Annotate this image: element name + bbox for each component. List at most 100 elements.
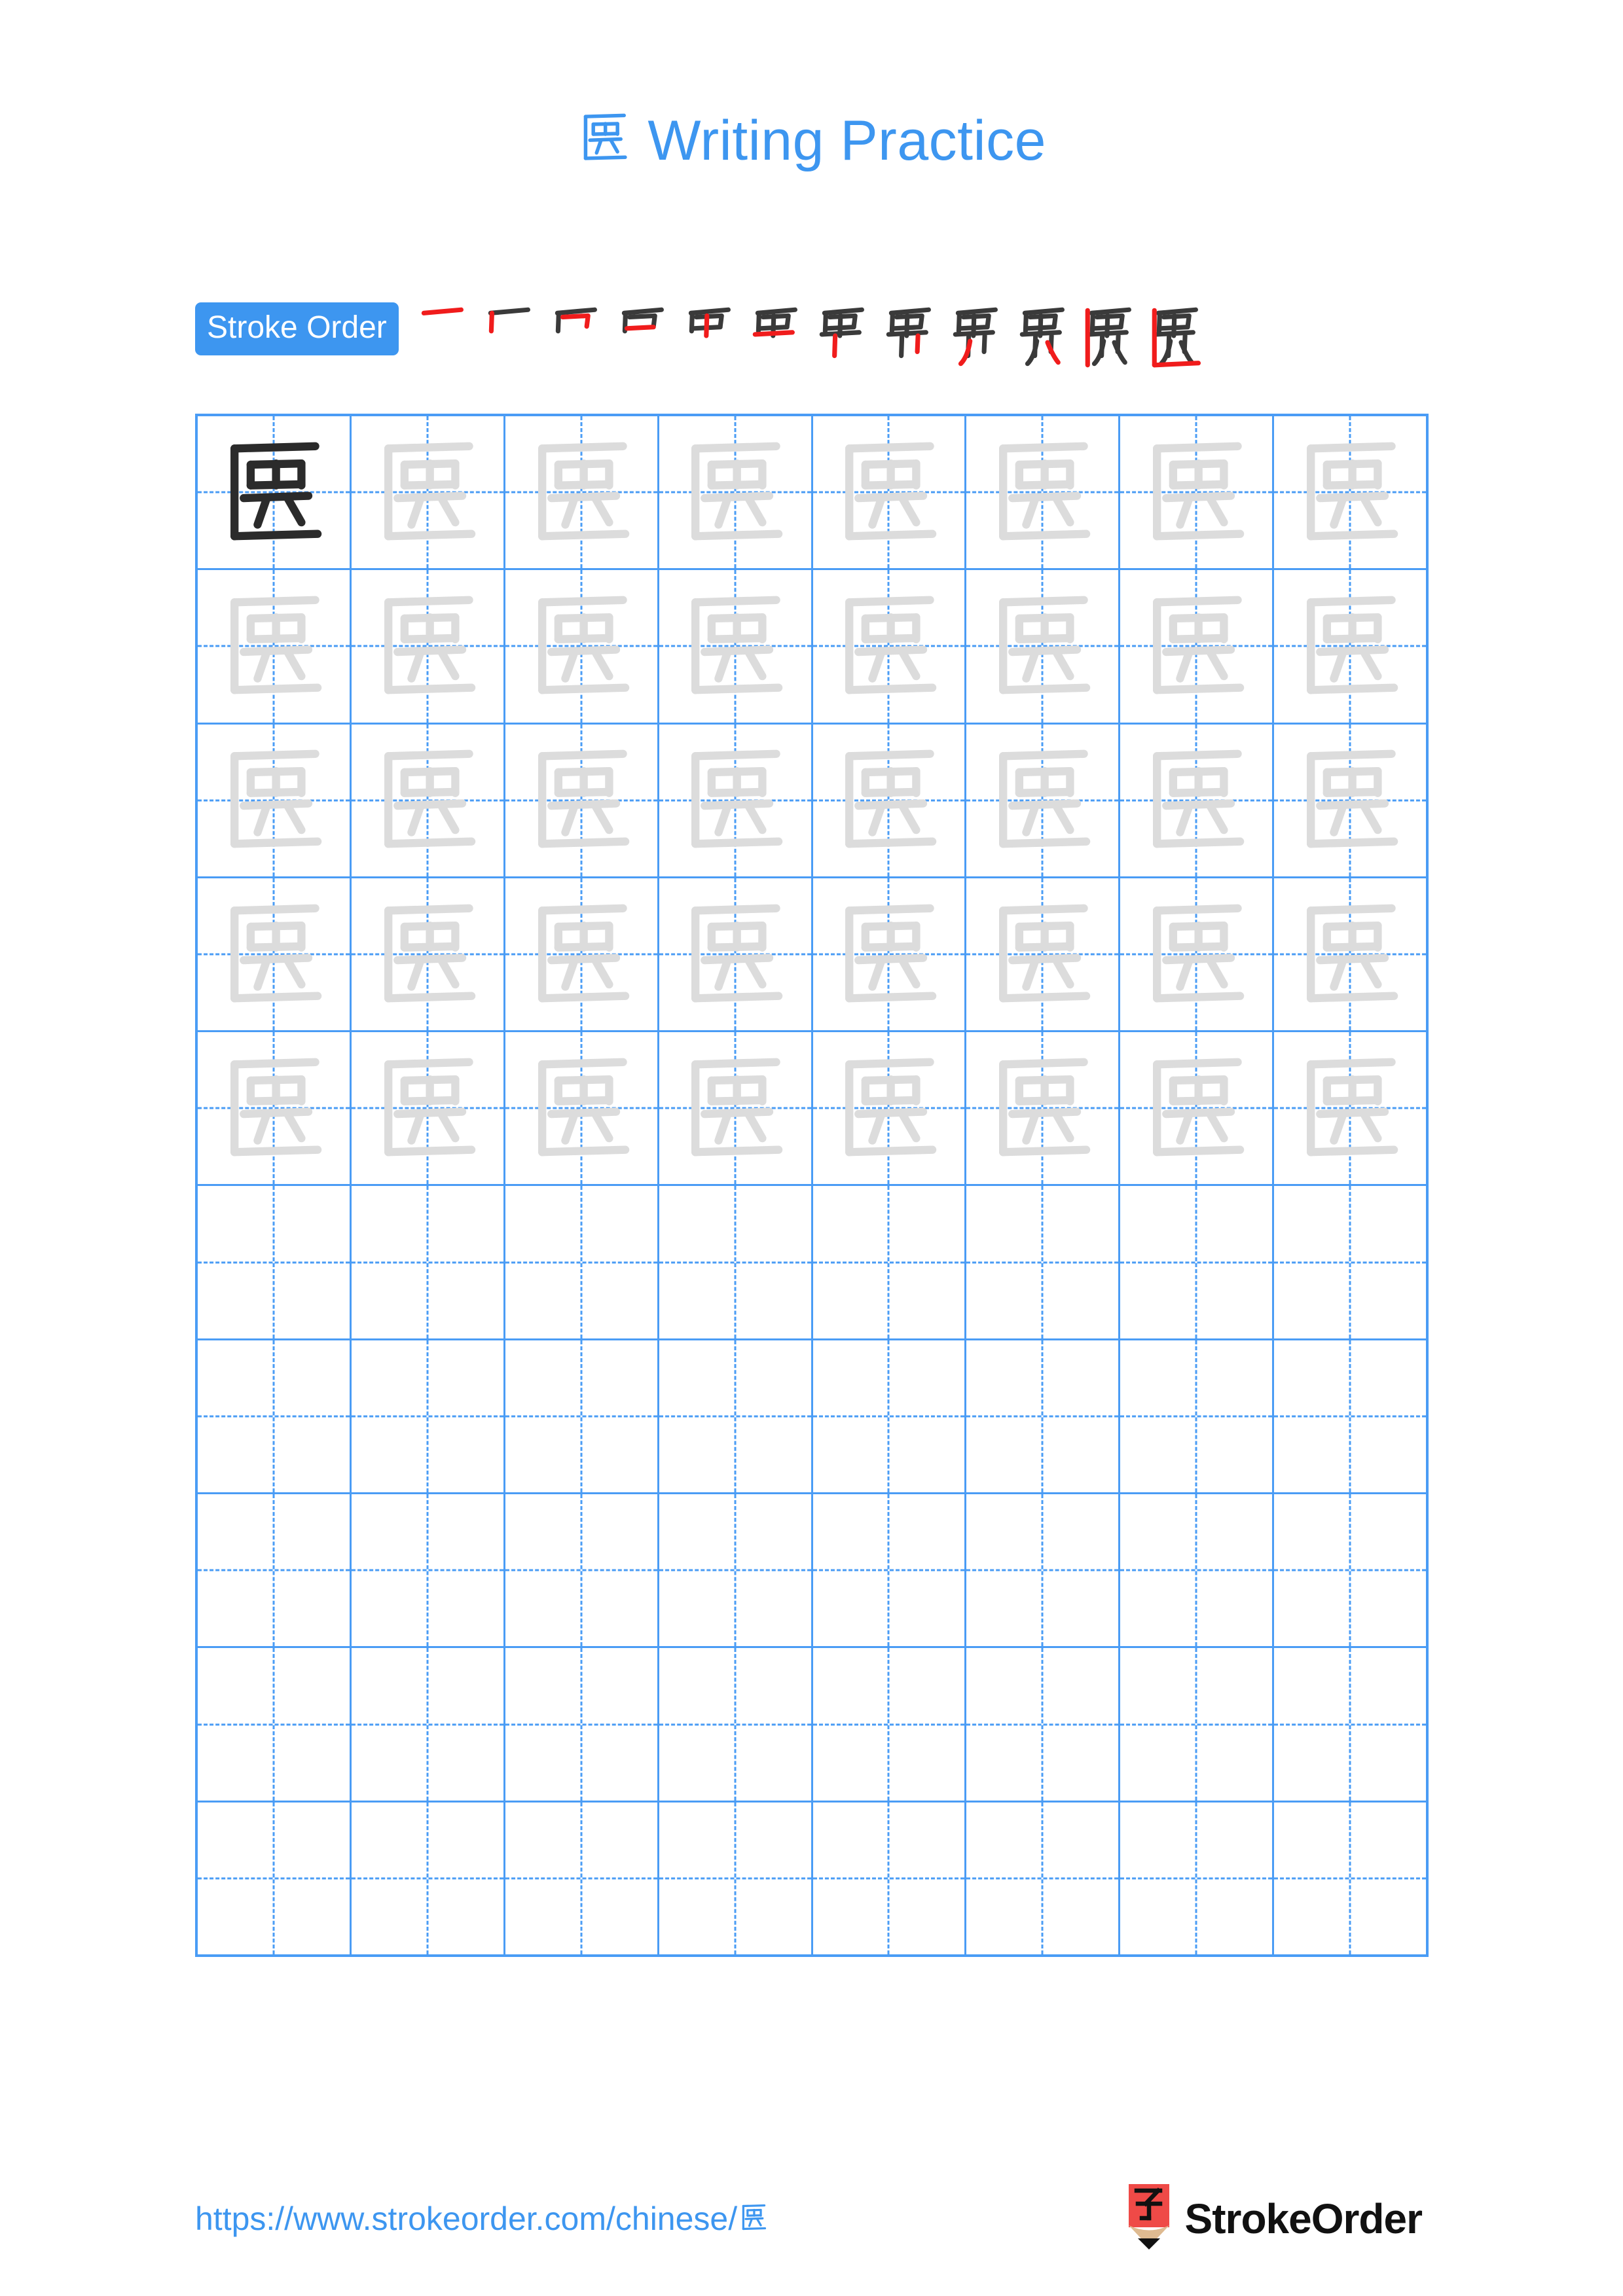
blank-practice-cell[interactable] [505,1494,659,1647]
stroke-step-10 [1014,301,1081,373]
stroke-step-4 [613,301,680,373]
trace-character-cell[interactable] [966,416,1121,569]
trace-character-cell[interactable] [198,1032,352,1185]
blank-practice-cell[interactable] [352,1340,505,1493]
trace-character-cell[interactable] [813,878,967,1031]
blank-practice-cell[interactable] [813,1494,967,1647]
blank-practice-cell[interactable] [813,1340,967,1493]
trace-character-cell[interactable] [966,1032,1121,1185]
blank-practice-cell[interactable] [659,1802,813,1954]
trace-character-glyph [1120,1032,1272,1184]
trace-character-cell[interactable] [505,570,659,723]
blank-practice-cell[interactable] [1120,1648,1275,1801]
blank-practice-cell[interactable] [966,1802,1121,1954]
blank-practice-cell[interactable] [966,1186,1121,1338]
blank-practice-cell[interactable] [198,1494,352,1647]
trace-character-cell[interactable] [659,724,813,876]
trace-character-glyph [813,570,965,722]
stroke-step-1 [413,301,480,373]
blank-practice-cell[interactable] [1274,1340,1426,1492]
blank-practice-cell[interactable] [505,1186,659,1338]
trace-character-cell[interactable] [1274,570,1426,722]
trace-character-glyph [1120,570,1272,722]
practice-row [198,1802,1426,1954]
trace-character-cell[interactable] [966,570,1121,723]
trace-character-glyph [505,1032,657,1184]
trace-character-cell[interactable] [1274,725,1426,876]
trace-character-cell[interactable] [659,570,813,723]
trace-character-cell[interactable] [1120,1032,1275,1185]
blank-practice-cell[interactable] [352,1648,505,1801]
blank-practice-cell[interactable] [659,1648,813,1801]
blank-practice-cell[interactable] [352,1186,505,1338]
blank-practice-cell[interactable] [1274,1186,1426,1338]
blank-practice-cell[interactable] [505,1648,659,1801]
blank-practice-cell[interactable] [1120,1494,1275,1647]
trace-character-cell[interactable] [813,724,967,876]
trace-character-cell[interactable] [1274,878,1426,1030]
trace-character-cell[interactable] [1120,878,1275,1031]
blank-practice-cell[interactable] [659,1494,813,1647]
trace-character-cell[interactable] [352,1032,505,1185]
trace-character-glyph [659,725,811,876]
trace-character-cell[interactable] [505,724,659,876]
model-character-cell[interactable] [198,416,352,569]
trace-character-cell[interactable] [813,570,967,723]
trace-character-cell[interactable] [659,416,813,569]
stroke-step-7 [814,301,881,373]
trace-character-cell[interactable] [352,570,505,723]
blank-practice-cell[interactable] [198,1802,352,1954]
blank-practice-cell[interactable] [198,1186,352,1338]
blank-practice-cell[interactable] [966,1648,1121,1801]
trace-character-cell[interactable] [1274,416,1426,568]
trace-character-cell[interactable] [659,878,813,1031]
trace-character-cell[interactable] [1120,416,1275,569]
blank-practice-cell[interactable] [1274,1648,1426,1800]
trace-character-cell[interactable] [198,570,352,723]
blank-practice-cell[interactable] [505,1802,659,1954]
blank-practice-cell[interactable] [1120,1802,1275,1954]
worksheet-page: Writing Practice Stroke Order https://ww… [0,0,1623,2296]
stroke-order-steps [413,300,1429,373]
blank-practice-cell[interactable] [813,1802,967,1954]
stroke-step-5 [680,301,747,373]
trace-character-cell[interactable] [659,1032,813,1185]
blank-practice-cell[interactable] [813,1186,967,1338]
trace-character-cell[interactable] [813,1032,967,1185]
blank-practice-cell[interactable] [352,1802,505,1954]
blank-practice-cell[interactable] [505,1340,659,1493]
trace-character-cell[interactable] [966,724,1121,876]
blank-practice-cell[interactable] [966,1340,1121,1493]
blank-practice-cell[interactable] [1120,1340,1275,1493]
trace-character-cell[interactable] [1120,724,1275,876]
blank-practice-cell[interactable] [198,1340,352,1493]
trace-character-cell[interactable] [966,878,1121,1031]
blank-practice-cell[interactable] [659,1186,813,1338]
trace-character-cell[interactable] [352,416,505,569]
trace-character-cell[interactable] [352,878,505,1031]
blank-practice-cell[interactable] [352,1494,505,1647]
blank-practice-cell[interactable] [1274,1494,1426,1646]
practice-row [198,570,1426,725]
blank-practice-cell[interactable] [813,1648,967,1801]
trace-character-cell[interactable] [198,878,352,1031]
blank-practice-cell[interactable] [1120,1186,1275,1338]
trace-character-glyph [352,725,503,876]
title-text: Writing Practice [647,109,1046,172]
blank-practice-cell[interactable] [198,1648,352,1801]
trace-character-cell[interactable] [505,416,659,569]
trace-character-cell[interactable] [1120,570,1275,723]
source-url[interactable]: https://www.strokeorder.com/chinese/ [195,2199,769,2238]
trace-character-cell[interactable] [505,1032,659,1185]
trace-character-cell[interactable] [813,416,967,569]
trace-character-cell[interactable] [505,878,659,1031]
trace-character-glyph [966,1032,1118,1184]
blank-practice-cell[interactable] [966,1494,1121,1647]
blank-practice-cell[interactable] [1274,1803,1426,1954]
trace-character-cell[interactable] [1274,1032,1426,1184]
brand-logo[interactable]: StrokeOrder [1127,2184,1423,2253]
blank-practice-cell[interactable] [659,1340,813,1493]
trace-character-cell[interactable] [352,724,505,876]
trace-character-cell[interactable] [198,724,352,876]
page-title: Writing Practice [0,105,1623,177]
